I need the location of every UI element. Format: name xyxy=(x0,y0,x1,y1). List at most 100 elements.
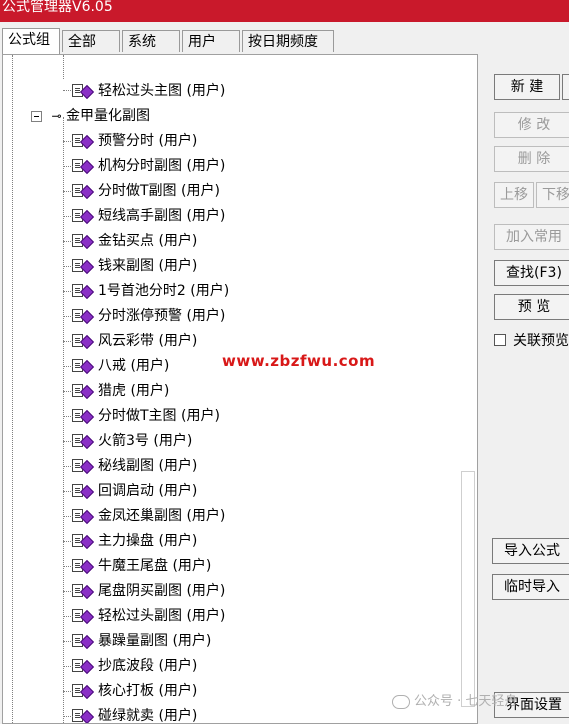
tree-item-formula[interactable]: 金凤还巢副图 (用户) xyxy=(71,505,225,527)
formula-file-icon xyxy=(71,207,95,225)
formula-file-icon xyxy=(71,532,95,550)
linked-preview-label: 关联预览 xyxy=(513,333,569,349)
tree-item-formula[interactable]: 轻松过头副图 (用户) xyxy=(71,605,225,627)
tree-item-formula[interactable]: 抄底波段 (用户) xyxy=(71,655,197,677)
import-formula-button[interactable]: 导入公式 xyxy=(492,538,569,564)
tree-item-formula[interactable]: 火箭3号 (用户) xyxy=(71,430,192,452)
tree-item-formula[interactable]: 回调启动 (用户) xyxy=(71,480,197,502)
delete-button[interactable]: 删 除 xyxy=(494,146,569,172)
formula-file-icon xyxy=(71,507,95,525)
formula-file-icon xyxy=(71,182,95,200)
linked-preview-checkbox[interactable] xyxy=(494,334,506,346)
new-button[interactable]: 新 建 xyxy=(494,74,560,100)
group-key-icon: ⊸ xyxy=(51,109,62,123)
tree-branch-line xyxy=(63,691,73,692)
tree-branch-line xyxy=(63,516,73,517)
add-to-common-button[interactable]: 加入常用 xyxy=(494,224,569,250)
tab-user[interactable]: 用户 xyxy=(182,30,240,52)
wechat-watermark: 公众号 · 七天轻舟 xyxy=(392,690,517,709)
tree-group-node[interactable]: ⊸ 金甲量化副图 xyxy=(31,105,150,127)
tree-branch-line xyxy=(63,341,73,342)
formula-file-icon xyxy=(71,407,95,425)
formula-file-icon xyxy=(71,257,95,275)
tree-guide-line xyxy=(12,55,13,723)
formula-file-icon xyxy=(71,157,95,175)
tree-item-formula[interactable]: 1号首池分时2 (用户) xyxy=(71,280,229,302)
tree-branch-line xyxy=(63,291,73,292)
preview-button[interactable]: 预 览 xyxy=(494,294,569,320)
formula-file-icon xyxy=(71,632,95,650)
tree-item-formula[interactable]: 暴躁量副图 (用户) xyxy=(71,630,211,652)
site-watermark: www.zbzfwu.com xyxy=(222,352,376,370)
formula-file-icon xyxy=(71,357,95,375)
tab-formula-group[interactable]: 公式组 xyxy=(2,28,60,54)
tree-item-formula[interactable]: 预警分时 (用户) xyxy=(71,130,197,152)
wechat-icon xyxy=(392,694,410,709)
tree-branch-line xyxy=(63,591,73,592)
tree-item-formula[interactable]: 八戒 (用户) xyxy=(71,355,169,377)
collapse-icon[interactable] xyxy=(31,110,42,122)
move-down-button[interactable]: 下移 xyxy=(536,182,569,208)
tree-item-formula[interactable]: 钱来副图 (用户) xyxy=(71,255,197,277)
tree-branch-line xyxy=(63,716,73,717)
tab-by-date-frequency[interactable]: 按日期频度 xyxy=(242,30,334,52)
formula-file-icon xyxy=(71,432,95,450)
formula-file-icon xyxy=(71,682,95,700)
formula-tree[interactable]: 轻松过头主图 (用户) ⊸ 金甲量化副图 预警分时 (用户) 机构分时副图 (用户… xyxy=(2,54,478,724)
tree-branch-line xyxy=(63,616,73,617)
title-bar: 公式管理器V6.05 xyxy=(0,0,569,22)
tree-branch-line xyxy=(63,141,73,142)
tree-item-formula[interactable]: 分时做T副图 (用户) xyxy=(71,180,220,202)
tree-branch-line xyxy=(63,266,73,267)
window-title: 公式管理器V6.05 xyxy=(2,0,113,15)
tree-item-formula[interactable]: 主力操盘 (用户) xyxy=(71,530,197,552)
tree-item-formula[interactable]: 核心打板 (用户) xyxy=(71,680,197,702)
tree-item-formula[interactable]: 秘线副图 (用户) xyxy=(71,455,197,477)
tree-guide-line xyxy=(63,117,64,723)
tree-item-formula[interactable]: 轻松过头主图 (用户) xyxy=(71,80,225,102)
temporary-import-button[interactable]: 临时导入 xyxy=(492,574,569,600)
tree-branch-line xyxy=(63,541,73,542)
tree-item-formula[interactable]: 短线高手副图 (用户) xyxy=(71,205,225,227)
wechat-watermark-text: 公众号 · 七天轻舟 xyxy=(414,694,518,709)
edit-button[interactable]: 修 改 xyxy=(494,112,569,138)
tree-group-label: 金甲量化副图 xyxy=(65,108,150,124)
tree-branch-line xyxy=(63,491,73,492)
move-up-button[interactable]: 上移 xyxy=(494,182,534,208)
tree-branch-line xyxy=(63,466,73,467)
formula-file-icon xyxy=(71,482,95,500)
tree-branch-line xyxy=(63,316,73,317)
tree-item-formula[interactable]: 牛魔王尾盘 (用户) xyxy=(71,555,211,577)
tree-item-formula[interactable]: 金钻买点 (用户) xyxy=(71,230,197,252)
overflow-button[interactable] xyxy=(562,74,569,100)
tab-all[interactable]: 全部 xyxy=(62,30,120,52)
tree-branch-line xyxy=(63,441,73,442)
tree-branch-line xyxy=(63,416,73,417)
tree-branch-line xyxy=(63,566,73,567)
formula-file-icon xyxy=(71,607,95,625)
tree-branch-line xyxy=(63,241,73,242)
formula-file-icon xyxy=(71,657,95,675)
tree-branch-line xyxy=(63,666,73,667)
tree-scrollbar[interactable] xyxy=(461,471,475,707)
tree-item-formula[interactable]: 碰绿就卖 (用户) xyxy=(71,705,197,723)
tree-branch-line xyxy=(63,191,73,192)
tree-branch-line xyxy=(63,216,73,217)
tree-item-formula[interactable]: 机构分时副图 (用户) xyxy=(71,155,225,177)
tree-item-formula[interactable]: 分时涨停预警 (用户) xyxy=(71,305,225,327)
formula-file-icon xyxy=(71,382,95,400)
tree-branch-line xyxy=(63,391,73,392)
tree-item-formula[interactable]: 风云彩带 (用户) xyxy=(71,330,197,352)
formula-file-icon xyxy=(71,457,95,475)
find-button[interactable]: 查找(F3) xyxy=(494,260,569,286)
formula-file-icon xyxy=(71,232,95,250)
tab-system[interactable]: 系统 xyxy=(122,30,180,52)
tree-item-formula[interactable]: 尾盘阴买副图 (用户) xyxy=(71,580,225,602)
tree-guide-line xyxy=(63,55,64,79)
tree-item-formula[interactable]: 分时做T主图 (用户) xyxy=(71,405,220,427)
tree-item-formula[interactable]: 猎虎 (用户) xyxy=(71,380,169,402)
formula-file-icon xyxy=(71,582,95,600)
formula-file-icon xyxy=(71,557,95,575)
formula-file-icon xyxy=(71,132,95,150)
formula-file-icon xyxy=(71,707,95,723)
